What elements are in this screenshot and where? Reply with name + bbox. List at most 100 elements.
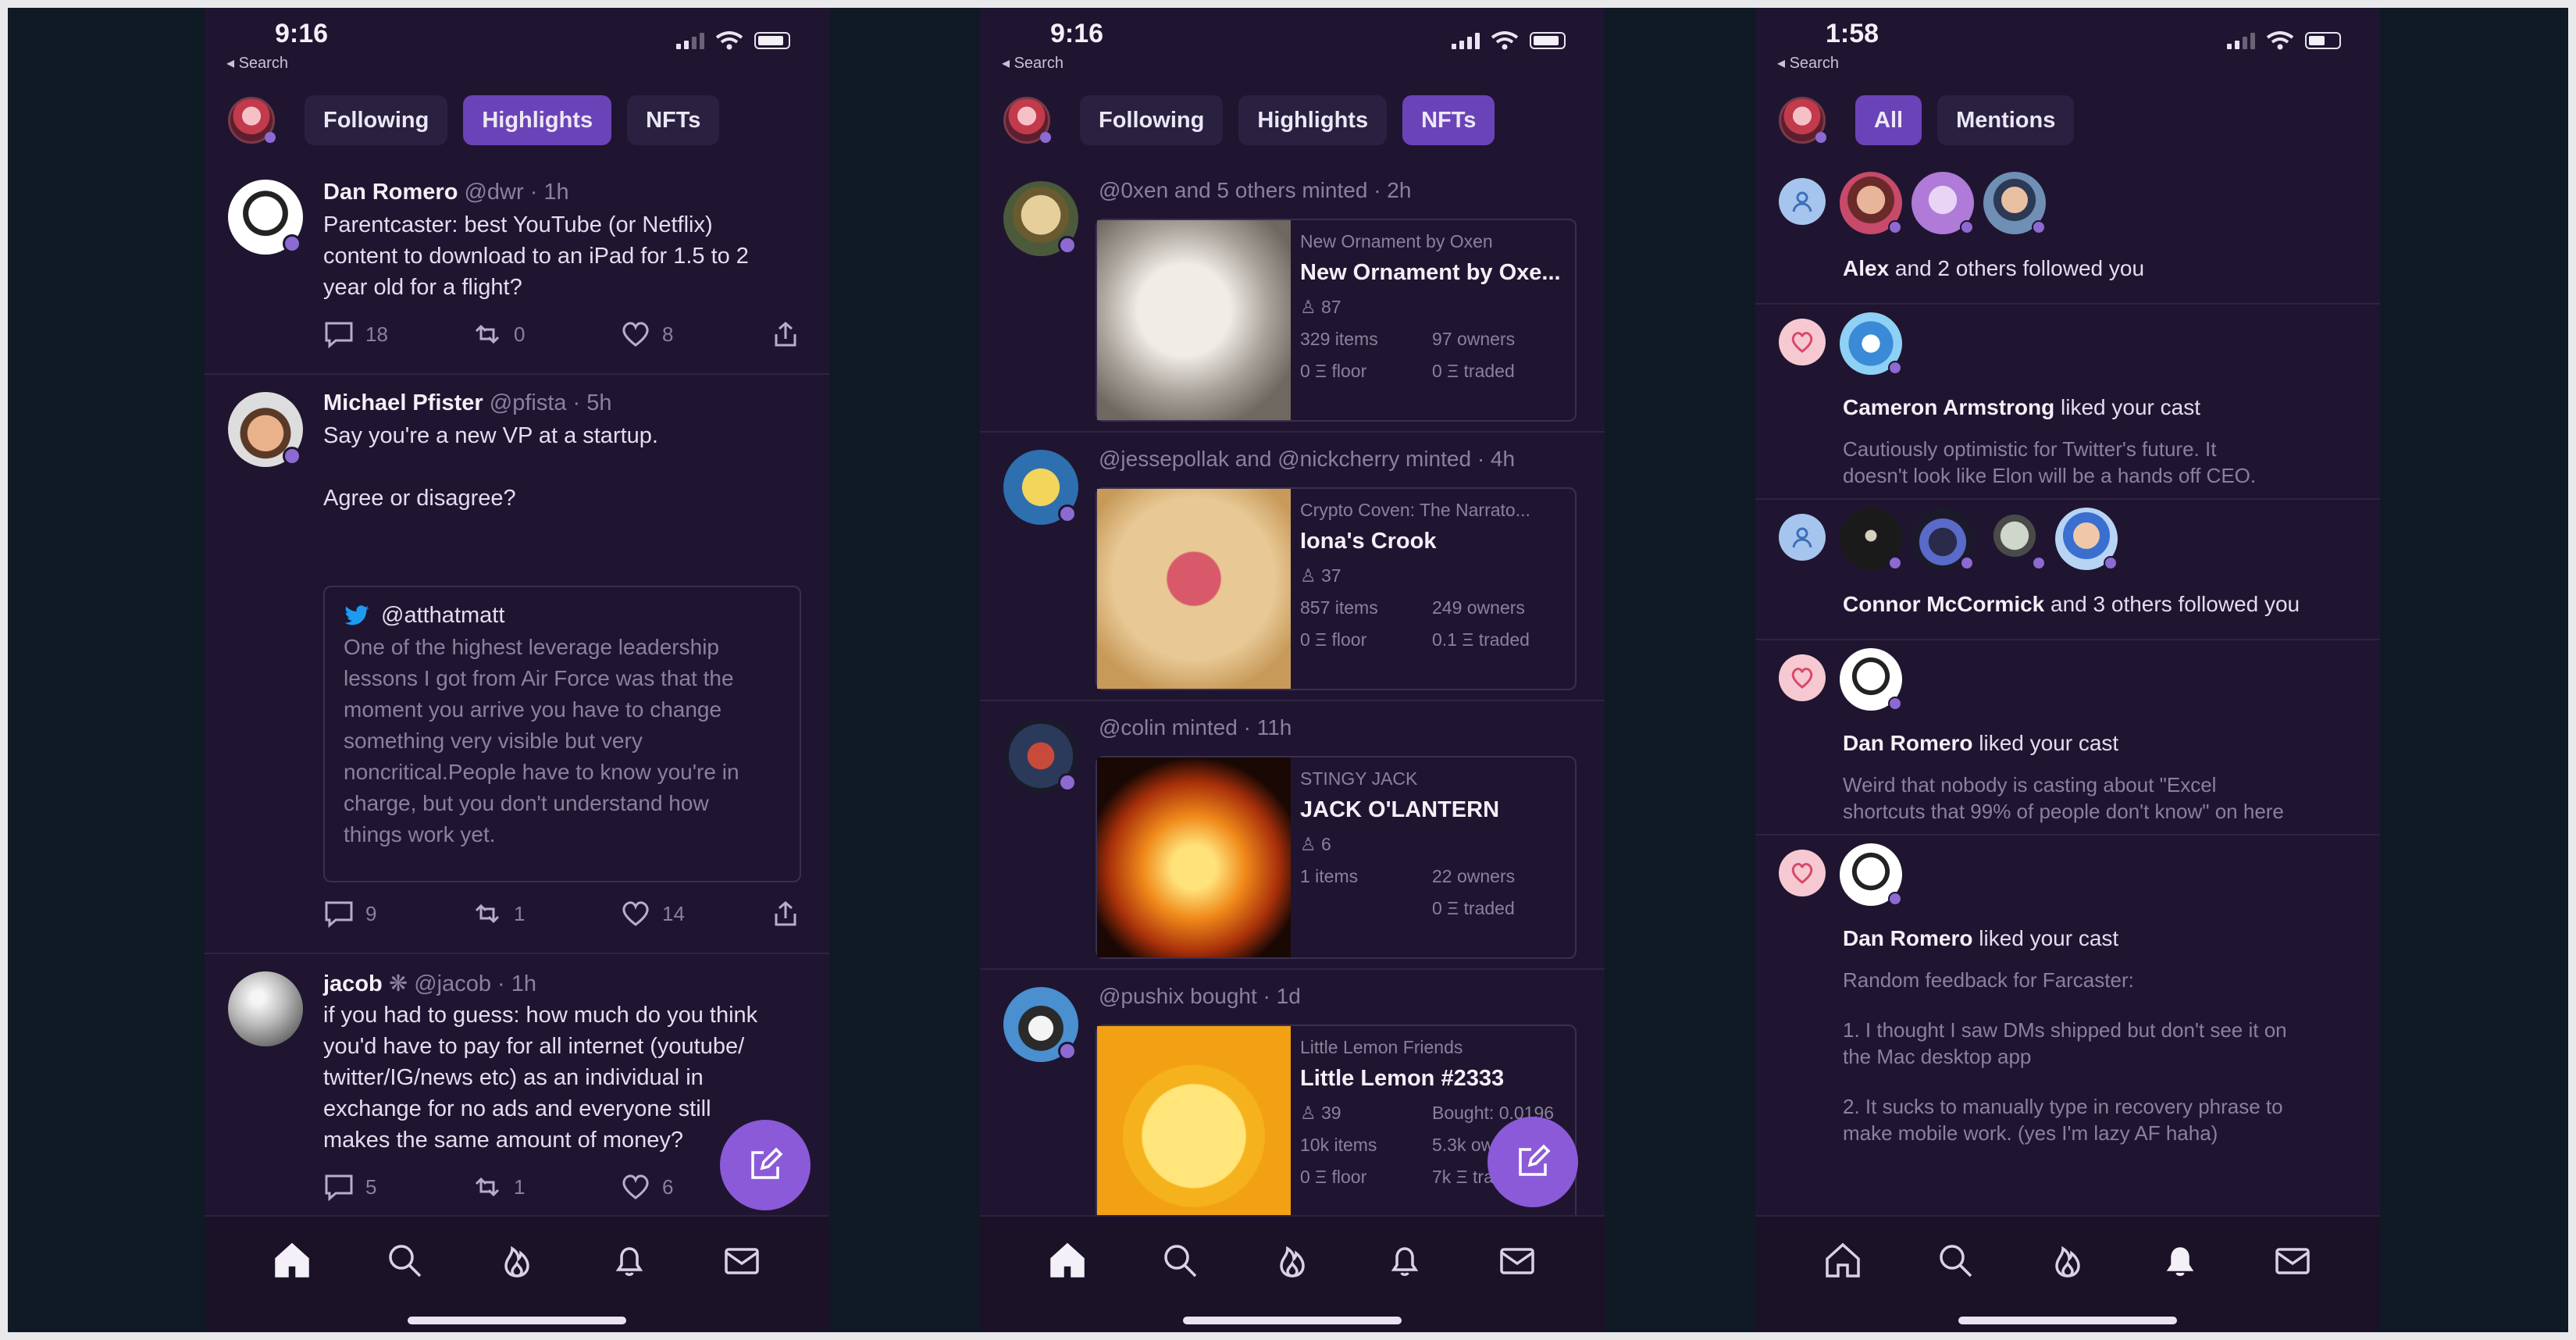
avatar[interactable] (2055, 508, 2118, 570)
avatar[interactable] (1003, 181, 1078, 256)
avatar[interactable] (1912, 172, 1974, 234)
home-indicator (408, 1317, 626, 1324)
nav-notifications[interactable] (607, 1238, 651, 1282)
notification-item[interactable]: Connor McCormick and 3 others followed y… (1755, 500, 2380, 640)
avatar[interactable] (1840, 508, 1902, 570)
avatar[interactable] (1983, 172, 2046, 234)
owners-stat: 249 owners (1432, 597, 1525, 618)
avatar[interactable] (1840, 172, 1902, 234)
embedded-tweet-handle[interactable]: @atthatmatt (381, 603, 504, 629)
nav-trending[interactable] (495, 1238, 539, 1282)
back-to-search-link[interactable]: ◂ Search (1002, 53, 1064, 73)
profile-avatar[interactable] (1003, 97, 1051, 144)
tab-mentions[interactable]: Mentions (1937, 95, 2075, 145)
avatar[interactable] (1983, 508, 2046, 570)
cast-actions: 18 0 8 (323, 320, 801, 348)
share-button[interactable] (770, 320, 801, 348)
compose-button[interactable] (1488, 1117, 1578, 1207)
avatar[interactable] (1840, 843, 1902, 906)
notification-item[interactable]: Dan Romero liked your cast Random feedba… (1755, 836, 2380, 1195)
like-button[interactable]: 8 (620, 320, 768, 348)
tab-highlights[interactable]: Highlights (463, 95, 612, 145)
tab-all[interactable]: All (1855, 95, 1922, 145)
avatar[interactable] (1003, 450, 1078, 525)
nav-home[interactable] (1821, 1238, 1865, 1282)
nav-notifications[interactable] (1383, 1238, 1427, 1282)
cast-item[interactable]: Dan Romero @dwr · 1h Parentcaster: best … (205, 164, 829, 375)
avatar[interactable] (228, 971, 303, 1046)
tab-nfts[interactable]: NFTs (627, 95, 720, 145)
author-meta: @dwr · 1h (464, 180, 569, 205)
tab-following[interactable]: Following (305, 95, 448, 145)
wifi-icon (2266, 31, 2294, 50)
nav-inbox[interactable] (1495, 1238, 1539, 1282)
nav-inbox[interactable] (720, 1238, 764, 1282)
nft-activity-item[interactable]: @0xen and 5 others minted · 2h New Ornam… (980, 164, 1605, 433)
nft-activity-item[interactable]: @jessepollak and @nickcherry minted · 4h… (980, 433, 1605, 701)
actor-name[interactable]: Cameron Armstrong (1843, 395, 2054, 419)
nav-trending[interactable] (2046, 1238, 2090, 1282)
avatar[interactable] (1003, 718, 1078, 793)
nav-home[interactable] (1046, 1238, 1089, 1282)
notification-item[interactable]: Cameron Armstrong liked your cast Cautio… (1755, 305, 2380, 500)
recast-button[interactable]: 1 (472, 1173, 620, 1201)
inbox-icon (1500, 1248, 1534, 1274)
nft-image (1097, 489, 1291, 689)
tab-following[interactable]: Following (1080, 95, 1224, 145)
share-button[interactable] (770, 900, 801, 928)
like-button[interactable]: 14 (620, 900, 768, 928)
nft-activity-item[interactable]: @colin minted · 11h STINGY JACK JACK O'L… (980, 701, 1605, 970)
actor-name[interactable]: Alex (1843, 256, 1889, 280)
profile-avatar[interactable] (1779, 97, 1826, 144)
back-to-search-link[interactable]: ◂ Search (1777, 53, 1839, 73)
nav-notifications[interactable] (2158, 1238, 2202, 1282)
compose-button[interactable] (720, 1120, 811, 1210)
traded-stat: 0 Ξ traded (1432, 898, 1515, 918)
nft-card[interactable]: Crypto Coven: The Narrato... Iona's Croo… (1096, 487, 1577, 690)
avatar[interactable] (228, 392, 303, 467)
cast-item[interactable]: Michael Pfister @pfista · 5h Say you're … (205, 375, 829, 954)
liker-avatars (1840, 312, 1902, 375)
author-name[interactable]: Dan Romero (323, 180, 458, 205)
nav-search[interactable] (1158, 1238, 1202, 1282)
nft-card[interactable]: STINGY JACK JACK O'LANTERN ♙ 6 1 items 2… (1096, 756, 1577, 959)
like-count: 14 (662, 901, 685, 925)
nav-inbox[interactable] (2271, 1238, 2314, 1282)
nft-info: Crypto Coven: The Narrato... Iona's Croo… (1300, 500, 1564, 650)
avatar[interactable] (1840, 648, 1902, 711)
search-icon (389, 1245, 422, 1278)
actor-name[interactable]: Dan Romero (1843, 731, 1972, 755)
quote-line: lessons I got from Air Force was that th… (344, 666, 734, 690)
nft-card[interactable]: New Ornament by Oxen New Ornament by Oxe… (1096, 219, 1577, 422)
holders-count: 6 (1321, 834, 1331, 854)
nav-home[interactable] (270, 1238, 314, 1282)
nft-activity-header: @jessepollak and @nickcherry minted · 4h (1099, 447, 1516, 471)
items-stat: 857 items (1300, 597, 1378, 618)
reply-button[interactable]: 18 (323, 320, 472, 348)
nav-search[interactable] (383, 1238, 426, 1282)
notification-item[interactable]: Alex and 2 others followed you (1755, 164, 2380, 305)
reply-button[interactable]: 5 (323, 1173, 472, 1201)
back-to-search-link[interactable]: ◂ Search (226, 53, 288, 73)
owners-stat: 97 owners (1432, 329, 1516, 349)
reply-button[interactable]: 9 (323, 900, 472, 928)
author-name[interactable]: jacob (323, 971, 383, 996)
avatar[interactable] (1840, 312, 1902, 375)
avatar[interactable] (1912, 508, 1974, 570)
author-name[interactable]: Michael Pfister (323, 390, 483, 415)
notification-item[interactable]: Dan Romero liked your cast Weird that no… (1755, 640, 2380, 836)
actor-name[interactable]: Dan Romero (1843, 926, 1972, 950)
cast-line: twitter/IG/news etc) as an individual in (323, 1065, 704, 1090)
embedded-tweet[interactable]: @atthatmatt One of the highest leverage … (323, 586, 801, 882)
compose-icon (751, 1147, 783, 1179)
tab-nfts[interactable]: NFTs (1402, 95, 1495, 145)
avatar[interactable] (228, 180, 303, 255)
actor-name[interactable]: Connor McCormick (1843, 592, 2044, 616)
tab-highlights[interactable]: Highlights (1238, 95, 1388, 145)
recast-button[interactable]: 1 (472, 900, 620, 928)
profile-avatar[interactable] (228, 97, 276, 144)
avatar[interactable] (1003, 987, 1078, 1062)
recast-button[interactable]: 0 (472, 320, 620, 348)
nav-trending[interactable] (1270, 1238, 1314, 1282)
nav-search[interactable] (1933, 1238, 1977, 1282)
